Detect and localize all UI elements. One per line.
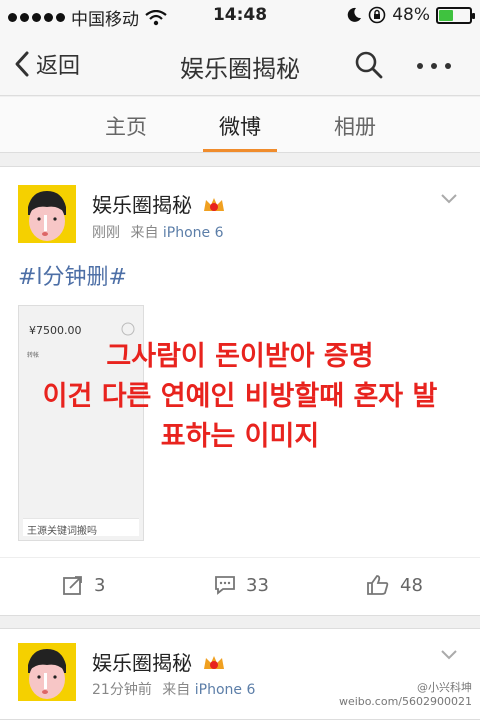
comment-button[interactable]: 33 — [214, 574, 269, 596]
avatar[interactable] — [18, 185, 76, 243]
tab-album[interactable]: 相册 — [310, 111, 400, 141]
page-title: 娱乐圈揭秘 — [180, 55, 300, 83]
like-button[interactable]: 48 — [366, 574, 423, 596]
vip-crown-icon — [204, 656, 225, 669]
tab-home[interactable]: 主页 — [81, 111, 171, 141]
more-icon[interactable] — [416, 62, 452, 70]
post-time: 刚刚 — [92, 225, 120, 241]
chevron-down-icon[interactable] — [440, 649, 458, 661]
image-bottom-text: 王源关键词搬吗 — [23, 518, 139, 537]
avatar[interactable] — [18, 643, 76, 701]
post-meta: 刚刚 来自 iPhone 6 — [92, 222, 224, 242]
image-badge-icon — [121, 322, 135, 336]
post-meta: 21分钟前 来自 iPhone 6 — [92, 679, 255, 699]
post-card: 娱乐圈揭秘 刚刚 来自 iPhone 6 #l分钟删# ¥7500.00 转帐 … — [0, 166, 480, 616]
post-time: 21分钟前 — [92, 682, 152, 698]
author-name-text: 娱乐圈揭秘 — [92, 193, 192, 217]
author-name[interactable]: 娱乐圈揭秘 — [92, 189, 226, 218]
overlay-line: 이건 다른 연예인 비방할때 혼자 발 — [42, 381, 438, 412]
repost-count: 3 — [94, 574, 106, 596]
chevron-down-icon[interactable] — [440, 193, 458, 205]
repost-icon — [63, 576, 82, 595]
moon-icon — [347, 7, 362, 22]
post-source[interactable]: iPhone 6 — [195, 682, 256, 698]
tab-weibo[interactable]: 微博 — [195, 111, 285, 141]
comment-icon — [215, 576, 235, 595]
overlay-caption: 그사람이 돈이받아 증명 이건 다른 연예인 비방할때 혼자 발 표하는 이미지 — [0, 337, 480, 457]
like-count: 48 — [400, 574, 423, 596]
status-bar: 中国移动 14:48 48% — [0, 0, 480, 32]
overlay-line: 그사람이 돈이받아 증명 — [106, 341, 374, 372]
battery-fill — [439, 9, 454, 21]
battery-percent: 48% — [392, 5, 430, 25]
active-tab-indicator — [203, 149, 277, 152]
post-actions: 3 33 48 — [0, 557, 480, 613]
status-right: 48% — [346, 5, 475, 25]
watermark-handle: @小兴科坤 — [417, 681, 472, 694]
author-name[interactable]: 娱乐圈揭秘 — [92, 647, 226, 676]
post-via: 来自 — [162, 682, 191, 698]
avatar-cartoon-icon — [18, 643, 76, 701]
battery-icon — [436, 6, 475, 24]
watermark-url: weibo.com/5602900021 — [338, 695, 472, 708]
repost-button[interactable]: 3 — [62, 574, 105, 596]
post-via: 来自 — [130, 225, 159, 241]
avatar-cartoon-icon — [18, 185, 76, 243]
vip-crown-icon — [204, 198, 225, 211]
watermark: @小兴科坤 weibo.com/5602900021 — [339, 679, 472, 708]
nav-bar: 返回 娱乐圈揭秘 — [0, 32, 480, 96]
author-name-text: 娱乐圈揭秘 — [92, 651, 192, 675]
search-icon[interactable] — [354, 50, 384, 80]
post-card: 娱乐圈揭秘 21分钟前 来自 iPhone 6 @小兴科坤 weibo.com/… — [0, 628, 480, 720]
image-amount: ¥7500.00 — [29, 324, 82, 337]
rotation-lock-icon — [368, 6, 386, 24]
profile-tabs: 主页 微博 相册 — [0, 97, 480, 153]
thumbs-up-icon — [367, 575, 389, 595]
overlay-line: 표하는 이미지 — [160, 421, 320, 452]
comment-count: 33 — [246, 574, 269, 596]
post-source[interactable]: iPhone 6 — [163, 225, 224, 241]
hashtag-link[interactable]: #l分钟删# — [18, 259, 127, 291]
